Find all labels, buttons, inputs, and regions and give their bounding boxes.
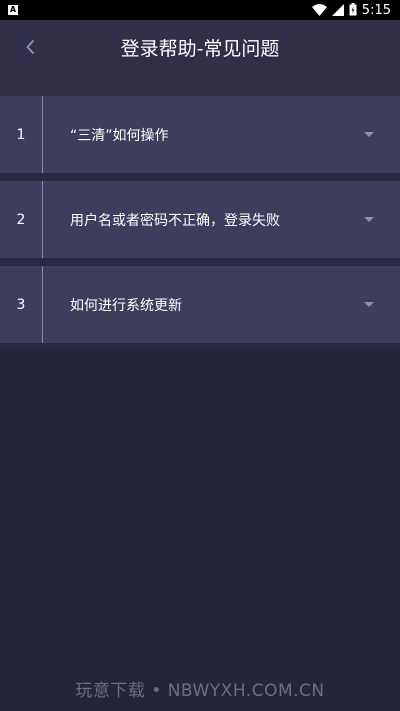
- watermark: 玩意下载 • NBWYXH.COM.CN: [75, 681, 325, 701]
- status-time: 5:15: [361, 2, 391, 18]
- faq-item-2[interactable]: 2 用户名或者密码不正确，登录失败: [0, 181, 400, 258]
- faq-number: 1: [16, 126, 26, 143]
- faq-item-3[interactable]: 3 如何进行系统更新: [0, 266, 400, 343]
- wifi-icon: [311, 1, 327, 20]
- faq-separator: [0, 173, 400, 181]
- faq-list: 1 “三清”如何操作 2 用户名或者密码不正确，登录失败 3 如何进行系统更新: [0, 96, 400, 343]
- status-left: A: [8, 5, 18, 15]
- caret-down-icon[interactable]: [362, 131, 376, 138]
- header: 登录帮助-常见问题: [0, 20, 400, 96]
- page-title: 登录帮助-常见问题: [120, 38, 280, 60]
- faq-question: “三清”如何操作: [70, 127, 169, 144]
- status-bar: A 5:15: [0, 0, 400, 20]
- battery-icon: [349, 1, 357, 20]
- cell-signal-icon: [331, 1, 344, 20]
- notification-icon: A: [8, 5, 18, 15]
- faq-number: 2: [16, 211, 26, 228]
- list-bottom-shade: [0, 343, 400, 351]
- caret-down-icon[interactable]: [362, 216, 376, 223]
- status-right: 5:15: [311, 1, 391, 20]
- faq-number: 3: [16, 296, 26, 313]
- caret-down-icon[interactable]: [362, 301, 376, 308]
- faq-separator: [0, 258, 400, 266]
- faq-question: 用户名或者密码不正确，登录失败: [70, 212, 280, 229]
- faq-question: 如何进行系统更新: [70, 297, 182, 314]
- faq-item-1[interactable]: 1 “三清”如何操作: [0, 96, 400, 173]
